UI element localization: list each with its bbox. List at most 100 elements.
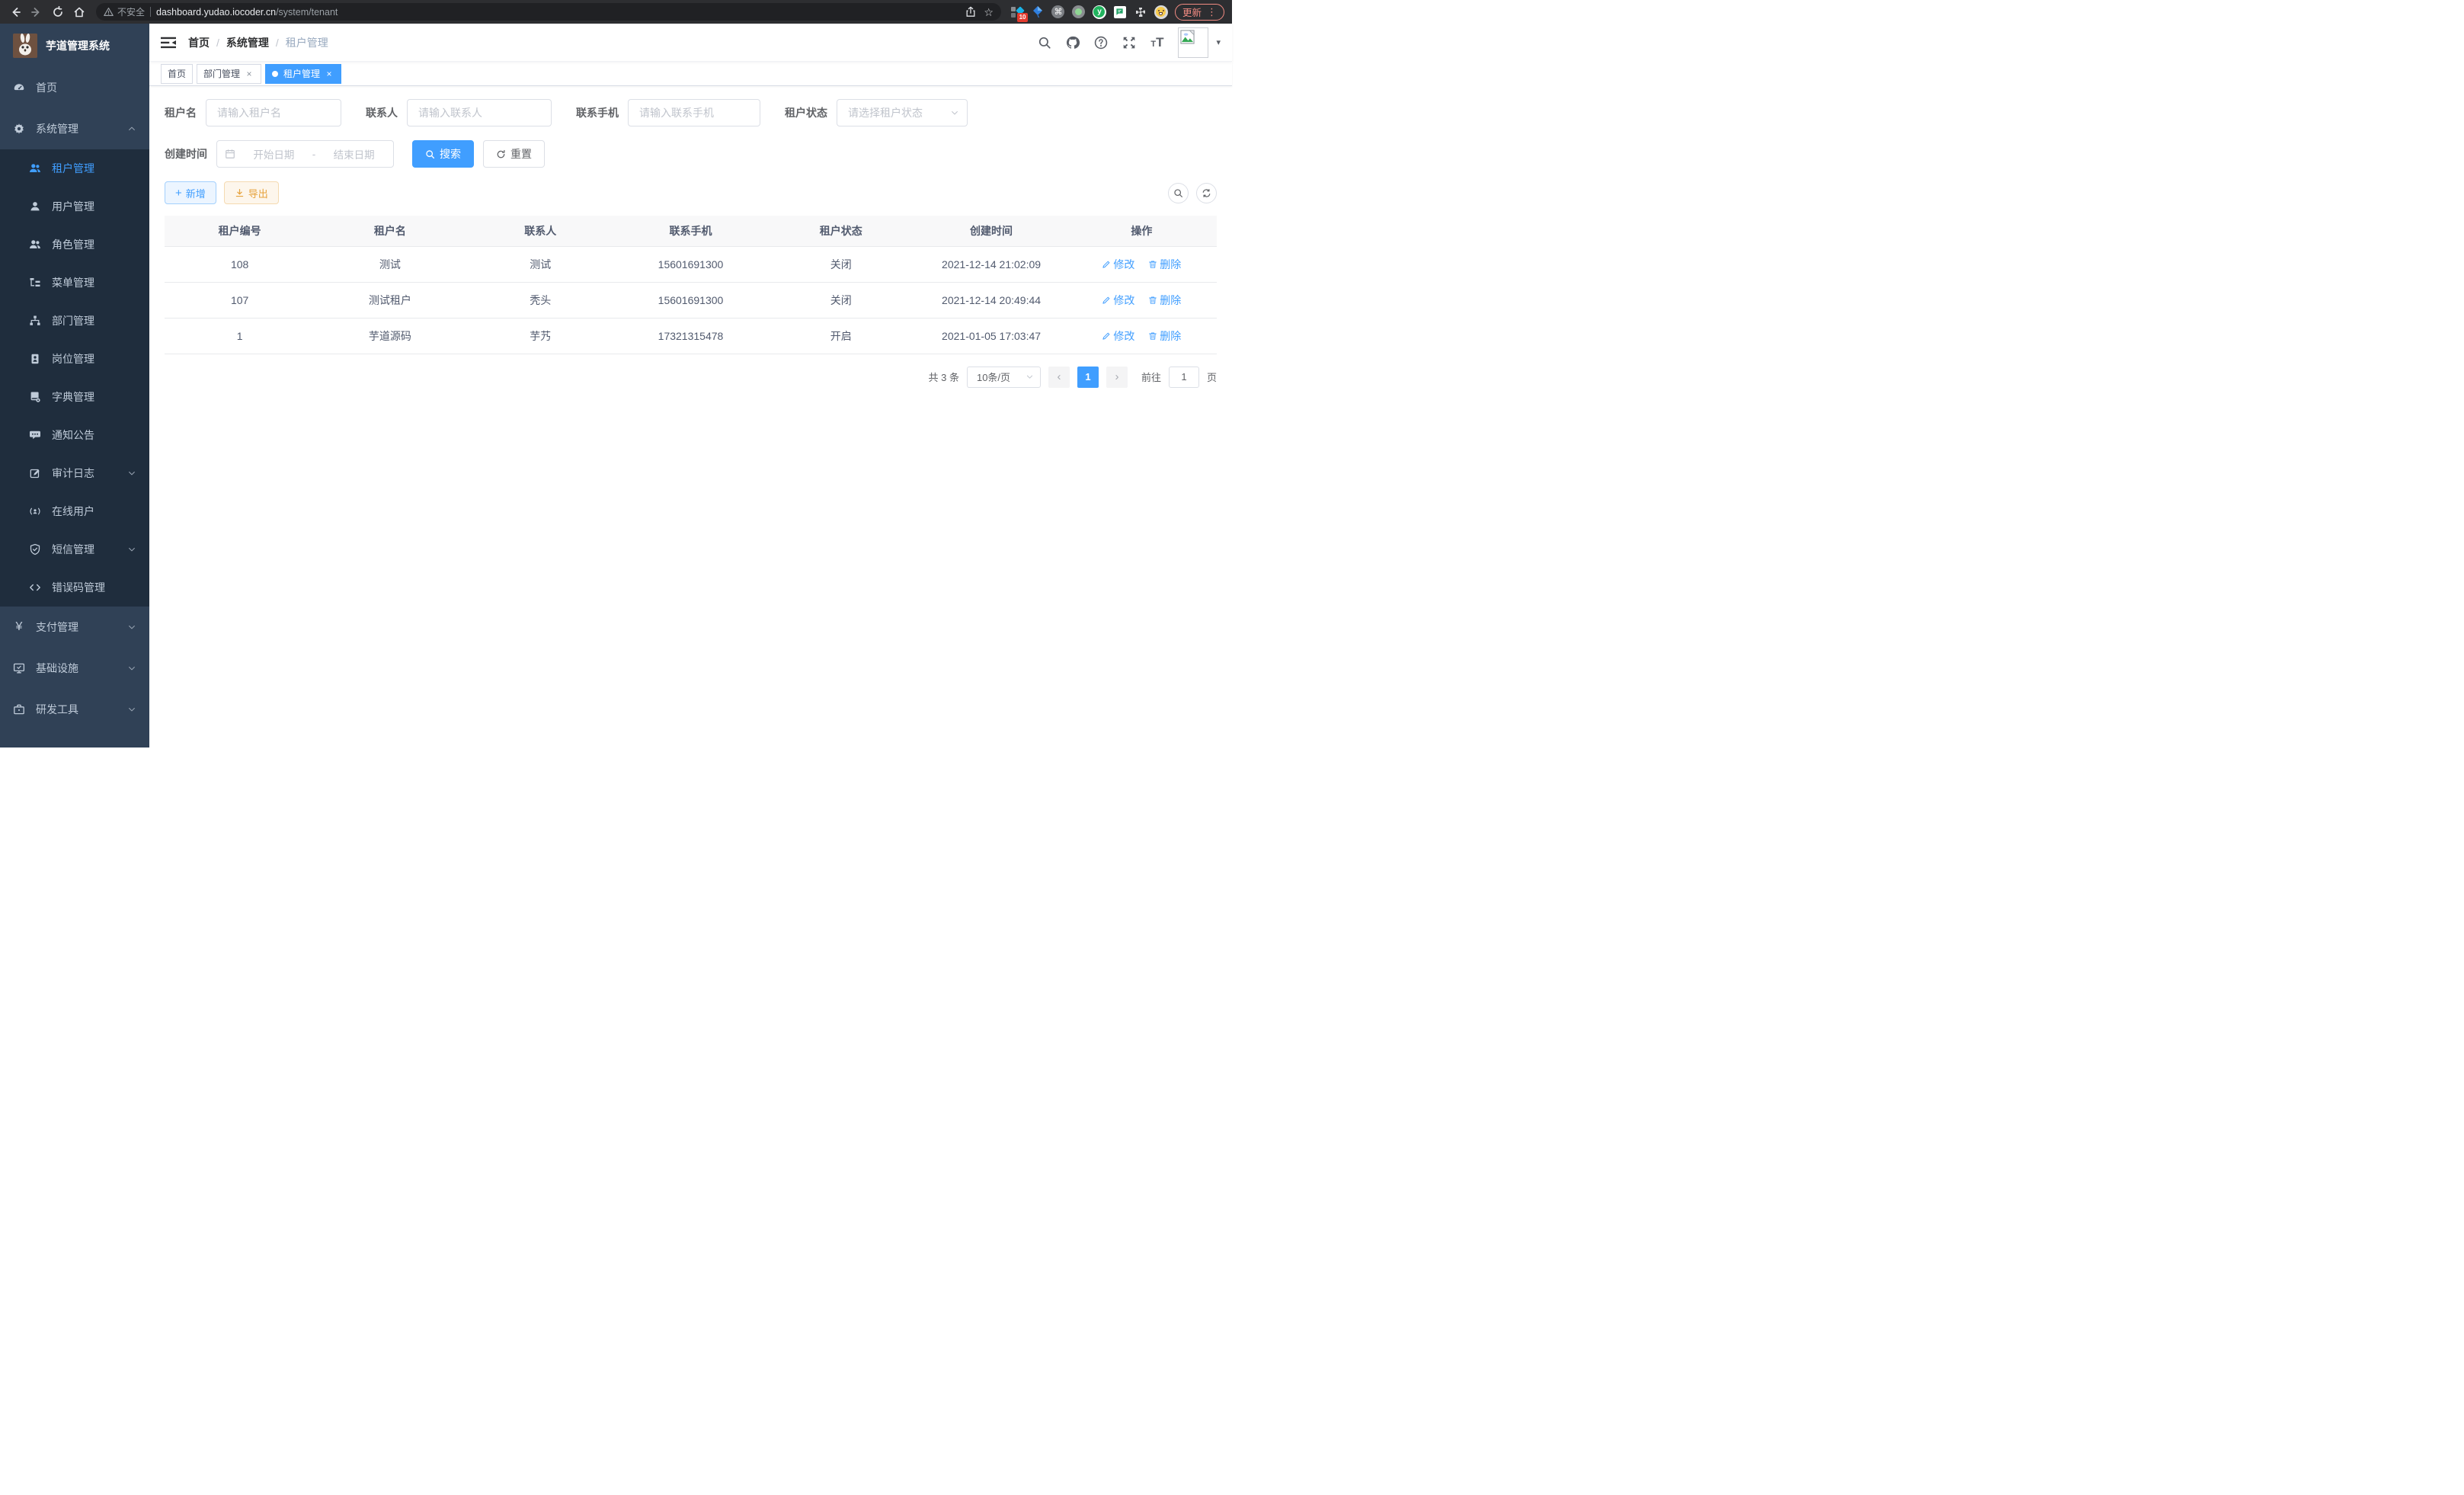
gear-icon [13, 123, 25, 135]
current-page[interactable]: 1 [1077, 367, 1099, 388]
bookmark-star-icon[interactable]: ☆ [984, 7, 994, 18]
sidebar-item-system[interactable]: 系统管理 [0, 108, 149, 149]
delete-link[interactable]: 删除 [1148, 257, 1181, 272]
profile-avatar-icon[interactable] [1154, 5, 1168, 19]
table-header-row: 租户编号 租户名 联系人 联系手机 租户状态 创建时间 操作 [165, 216, 1217, 246]
header-search-icon[interactable] [1038, 36, 1051, 50]
online-users-icon [29, 505, 41, 517]
cell-status: 关闭 [766, 282, 916, 318]
next-icon: › [1115, 370, 1118, 383]
y-logo: y [1093, 6, 1105, 18]
search-label: 搜索 [440, 146, 461, 162]
browser-reload-icon[interactable] [50, 5, 66, 20]
add-button[interactable]: + 新增 [165, 181, 216, 204]
font-size-icon[interactable]: TT [1150, 36, 1163, 49]
edit-link[interactable]: 修改 [1102, 293, 1134, 308]
sidebar-item-sms[interactable]: 短信管理 [0, 530, 149, 568]
kite-extension-icon[interactable] [1031, 5, 1045, 19]
delete-link[interactable]: 删除 [1148, 328, 1181, 344]
sidebar-item-error-codes[interactable]: 错误码管理 [0, 568, 149, 607]
cell-actions: 修改 删除 [1067, 246, 1217, 282]
share-icon[interactable] [965, 6, 976, 18]
sidebar-item-infrastructure[interactable]: 基础设施 [0, 648, 149, 689]
goto-page-input[interactable] [1169, 367, 1199, 388]
breadcrumb-system[interactable]: 系统管理 [226, 35, 269, 50]
browser-home-icon[interactable] [72, 5, 87, 20]
help-icon[interactable] [1094, 36, 1108, 50]
app-logo-row[interactable]: 芋道管理系统 [0, 24, 149, 67]
sidebar-item-label: 首页 [36, 80, 136, 95]
sidebar-item-audit-log[interactable]: 审计日志 [0, 454, 149, 492]
table-row: 107 测试租户 秃头 15601691300 关闭 2021-12-14 20… [165, 282, 1217, 318]
url-host: dashboard.yudao.iocoder.cn [156, 7, 276, 18]
sidebar-fold-icon[interactable] [161, 35, 176, 50]
sidebar-item-devtools[interactable]: 研发工具 [0, 689, 149, 730]
fullscreen-icon[interactable] [1122, 36, 1136, 50]
breadcrumb: 首页 / 系统管理 / 租户管理 [188, 35, 328, 50]
tag-close-icon[interactable]: × [244, 69, 254, 79]
puzzle-extensions-icon[interactable] [1134, 5, 1147, 19]
cell-actions: 修改 删除 [1067, 282, 1217, 318]
status-select[interactable]: 请选择租户状态 [837, 99, 968, 126]
sidebar-item-payment[interactable]: ¥ 支付管理 [0, 607, 149, 648]
announcement-icon [29, 429, 41, 441]
sidebar-item-users[interactable]: 用户管理 [0, 187, 149, 226]
security-status[interactable]: 不安全 [104, 5, 145, 18]
tab-manager-extension-icon[interactable]: 10 [1010, 5, 1024, 19]
browser-toolbar: 不安全 dashboard.yudao.iocoder.cn/system/te… [0, 0, 1232, 24]
prev-page-button[interactable]: ‹ [1048, 367, 1070, 388]
sidebar-item-home[interactable]: 首页 [0, 67, 149, 108]
sidebar-item-posts[interactable]: 岗位管理 [0, 340, 149, 378]
field-label: 创建时间 [165, 146, 207, 162]
breadcrumb-separator: / [276, 37, 279, 49]
contact-input[interactable] [407, 99, 552, 126]
monitor-icon [13, 662, 25, 674]
search-button[interactable]: 搜索 [412, 140, 474, 168]
extension-badge: 10 [1017, 13, 1028, 22]
edit-link[interactable]: 修改 [1102, 328, 1134, 344]
reset-button[interactable]: 重置 [483, 140, 545, 168]
sidebar-item-roles[interactable]: 角色管理 [0, 226, 149, 264]
mobile-input[interactable] [628, 99, 760, 126]
avatar-caret-icon[interactable]: ▾ [1216, 37, 1221, 47]
command-extension-icon[interactable]: ⌘ [1051, 5, 1065, 19]
edit-link[interactable]: 修改 [1102, 257, 1134, 272]
page-size-select[interactable]: 10条/页 [967, 367, 1041, 388]
tag-dept[interactable]: 部门管理× [197, 64, 261, 84]
sidebar-item-departments[interactable]: 部门管理 [0, 302, 149, 340]
sidebar-item-dictionary[interactable]: 字典管理 [0, 378, 149, 416]
browser-forward-icon[interactable] [29, 5, 44, 20]
recorder-extension-icon[interactable] [1072, 5, 1086, 19]
delete-link[interactable]: 删除 [1148, 293, 1181, 308]
chat-extension-icon[interactable] [1113, 5, 1127, 19]
shield-check-icon [29, 543, 41, 555]
sidebar-item-label: 字典管理 [52, 389, 136, 405]
browser-back-icon[interactable] [8, 5, 23, 20]
breadcrumb-home[interactable]: 首页 [188, 35, 210, 50]
sidebar-item-menus[interactable]: 菜单管理 [0, 264, 149, 302]
tag-tenant[interactable]: 租户管理× [265, 64, 341, 84]
chevron-down-icon [127, 623, 136, 632]
sidebar-item-tenant[interactable]: 租户管理 [0, 149, 149, 187]
tag-home[interactable]: 首页 [161, 64, 193, 84]
user-avatar[interactable] [1178, 27, 1208, 58]
tenant-name-input[interactable] [206, 99, 341, 126]
pagination: 共 3 条 10条/页 ‹ 1 › 前往 页 [165, 367, 1217, 388]
browser-update-button[interactable]: 更新 ⋮ [1175, 4, 1224, 21]
address-bar[interactable]: 不安全 dashboard.yudao.iocoder.cn/system/te… [96, 3, 1001, 21]
date-range-picker[interactable]: 开始日期 - 结束日期 [216, 140, 394, 168]
menu-tree-icon [29, 277, 41, 289]
browser-menu-icon[interactable]: ⋮ [1207, 7, 1217, 17]
refresh-table-button[interactable] [1196, 183, 1217, 203]
tag-close-icon[interactable]: × [324, 69, 334, 79]
sidebar-item-notices[interactable]: 通知公告 [0, 416, 149, 454]
cell-contact: 秃头 [466, 282, 616, 318]
pencil-icon [1102, 331, 1111, 341]
next-page-button[interactable]: › [1106, 367, 1128, 388]
y-extension-icon[interactable]: y [1093, 5, 1106, 19]
github-icon[interactable] [1066, 36, 1080, 50]
chevron-down-icon [127, 664, 136, 673]
toggle-search-button[interactable] [1168, 183, 1189, 203]
sidebar-item-online-users[interactable]: 在线用户 [0, 492, 149, 530]
export-button[interactable]: 导出 [224, 181, 279, 204]
